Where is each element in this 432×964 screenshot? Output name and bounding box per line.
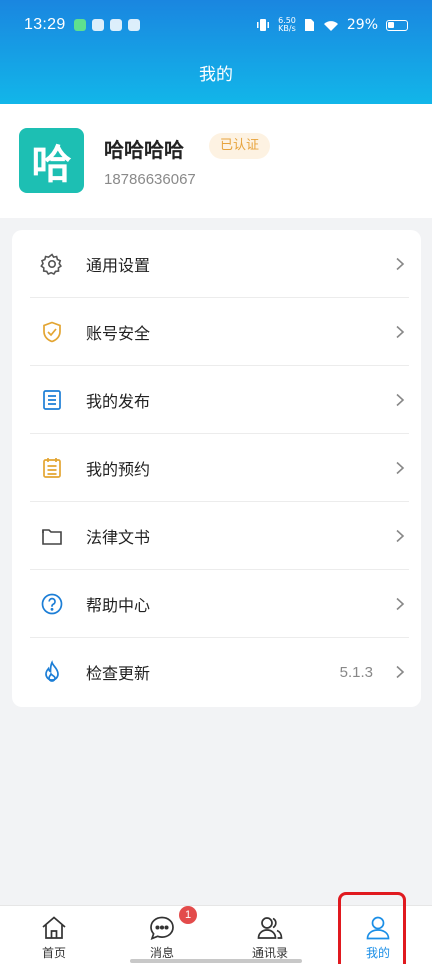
chevron-right-icon: [396, 393, 405, 407]
header: 13:29 6.50 KB/s 29% 我的: [0, 0, 432, 104]
menu-label: 法律文书: [86, 528, 151, 547]
document-icon: [43, 390, 61, 410]
nav-item-messages[interactable]: 1 消息: [108, 906, 216, 964]
calendar-icon: [43, 458, 61, 478]
shield-icon: [43, 321, 61, 343]
chat-icon: [150, 916, 174, 940]
menu-item-my-posts[interactable]: 我的发布: [12, 366, 421, 434]
menu-item-general-settings[interactable]: 通用设置: [12, 230, 421, 298]
bottom-nav: 首页 1 消息 通讯录 我的: [0, 905, 432, 964]
status-time: 13:29: [24, 16, 66, 33]
status-bar: 13:29 6.50 KB/s 29%: [0, 10, 432, 40]
wechat-icon: [73, 19, 86, 31]
home-indicator: [130, 959, 302, 963]
nav-label: 首页: [41, 946, 66, 960]
user-phone: 18786636067: [104, 171, 196, 188]
wifi-icon: [323, 20, 338, 31]
app-icon: [109, 19, 122, 31]
folder-icon: [42, 529, 62, 545]
notification-icons: [73, 19, 140, 31]
app-icon: [127, 19, 140, 31]
gear-icon: [40, 253, 62, 276]
speed-unit: KB/s: [278, 24, 296, 33]
battery-percent: 29%: [346, 17, 378, 33]
menu-item-help-center[interactable]: 帮助中心: [12, 570, 421, 638]
nav-item-mine[interactable]: 我的: [324, 906, 432, 964]
menu-item-account-security[interactable]: 账号安全: [12, 298, 421, 366]
chevron-right-icon: [396, 461, 405, 475]
user-name: 哈哈哈哈: [104, 138, 184, 162]
unread-badge: 1: [179, 906, 197, 924]
user-icon: [366, 916, 390, 940]
chevron-right-icon: [396, 325, 405, 339]
menu-label: 我的发布: [86, 392, 151, 411]
menu-label: 我的预约: [86, 460, 151, 479]
sim-icon: [304, 19, 314, 31]
flame-icon: [45, 660, 59, 682]
menu-item-my-appointments[interactable]: 我的预约: [12, 434, 421, 502]
menu-label: 账号安全: [86, 324, 151, 343]
menu-label: 通用设置: [86, 256, 151, 275]
profile-card[interactable]: 哈 哈哈哈哈 已认证 18786636067: [0, 104, 432, 218]
chevron-right-icon: [396, 665, 405, 679]
network-speed: 6.50 KB/s: [278, 17, 296, 33]
home-icon: [42, 916, 66, 939]
menu-card: 通用设置 账号安全 我的发布 我的预约 法律文书 帮助中心 检查更新 5.1.3: [12, 230, 421, 707]
chevron-right-icon: [396, 597, 405, 611]
status-right: 6.50 KB/s 29%: [256, 17, 408, 33]
menu-item-legal-documents[interactable]: 法律文书: [12, 502, 421, 570]
chevron-right-icon: [396, 257, 405, 271]
menu-item-check-update[interactable]: 检查更新 5.1.3: [12, 638, 421, 706]
menu-label: 检查更新: [86, 664, 151, 683]
avatar[interactable]: 哈: [19, 128, 84, 193]
battery-icon: [386, 19, 408, 31]
nav-item-home[interactable]: 首页: [0, 906, 108, 964]
version-value: 5.1.3: [339, 663, 373, 681]
page-title: 我的: [199, 65, 233, 85]
app-icon: [91, 19, 104, 31]
help-icon: [41, 593, 63, 615]
verified-badge: 已认证: [209, 133, 271, 159]
menu-label: 帮助中心: [86, 596, 151, 615]
chevron-right-icon: [396, 529, 405, 543]
vibrate-icon: [257, 19, 270, 31]
contacts-icon: [257, 917, 283, 939]
nav-label: 我的: [365, 946, 390, 960]
nav-item-contacts[interactable]: 通讯录: [216, 906, 324, 964]
